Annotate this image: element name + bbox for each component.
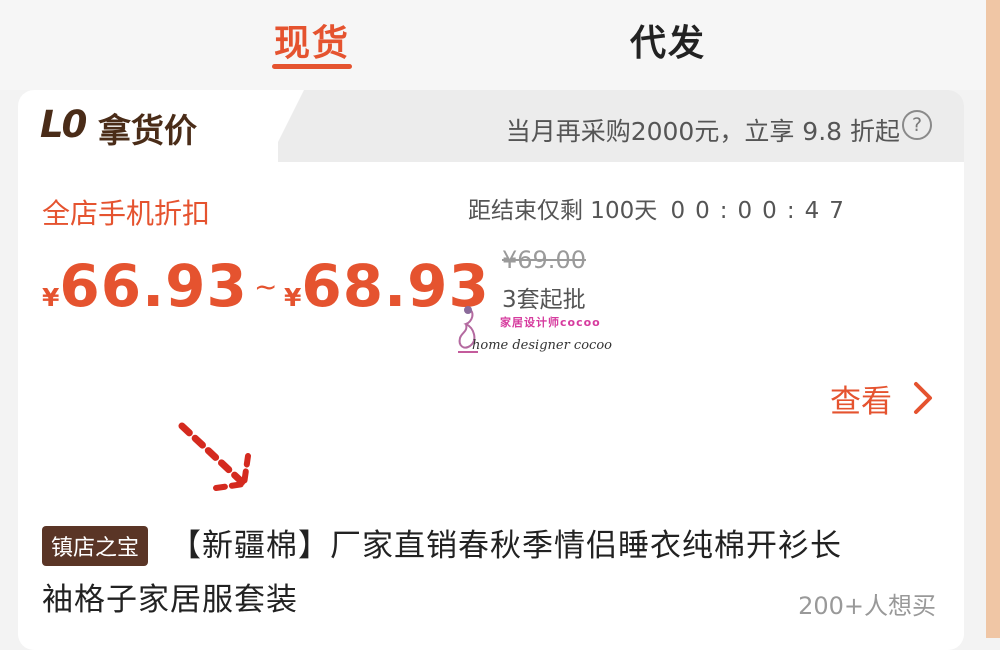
promo-text: 当月再采购2000元，立享 9.8 折起 <box>505 117 900 146</box>
original-price: ¥69.00 <box>502 246 586 274</box>
want-count: 200+人想买 <box>798 592 936 620</box>
countdown-time: 00:00:47 <box>670 198 854 224</box>
tab-dropshipping[interactable]: 代发 <box>630 14 706 66</box>
question-circle-icon[interactable]: ? <box>902 110 932 140</box>
tab-bar: 现货 代发 <box>0 0 986 90</box>
product-title-line2[interactable]: 袖格子家居服套装 <box>42 574 298 619</box>
discount-label: 全店手机折扣 <box>42 197 211 230</box>
price-card: L0 拿货价 当月再采购2000元，立享 9.8 折起 ? 全店手机折扣 距结束… <box>18 90 964 650</box>
price-card-header: L0 拿货价 当月再采购2000元，立享 9.8 折起 ? <box>18 90 964 162</box>
l0-logo: L0 <box>40 103 87 146</box>
view-link[interactable]: 查看 <box>830 376 892 421</box>
price-separator: ~ <box>254 270 278 303</box>
header-tab-slant <box>268 90 304 162</box>
wholesale-price-title: 拿货价 <box>98 111 197 150</box>
price-low-value: 66.93 <box>59 252 248 320</box>
active-tab-indicator <box>272 64 352 69</box>
chevron-right-icon[interactable] <box>910 380 936 416</box>
countdown: 距结束仅剩 100天 00:00:47 <box>468 191 854 225</box>
currency-symbol: ¥ <box>42 283 60 312</box>
store-treasure-badge: 镇店之宝 <box>42 526 149 566</box>
dashed-arrow-icon <box>178 422 251 491</box>
right-edge-strip <box>986 0 1000 638</box>
watermark-en: home designer cocoo <box>472 338 612 353</box>
watermark-cn: 家居设计师cocoo <box>500 316 601 329</box>
price-low: ¥66.93 <box>42 252 248 320</box>
currency-symbol: ¥ <box>284 283 302 312</box>
product-title-line1[interactable]: 【新疆棉】厂家直销春秋季情侣睡衣纯棉开衫长 <box>170 520 960 572</box>
countdown-label: 距结束仅剩 100天 <box>468 198 658 224</box>
tab-spot-goods[interactable]: 现货 <box>274 14 350 66</box>
watermark: 家居设计师cocoo home designer cocoo <box>448 302 648 362</box>
